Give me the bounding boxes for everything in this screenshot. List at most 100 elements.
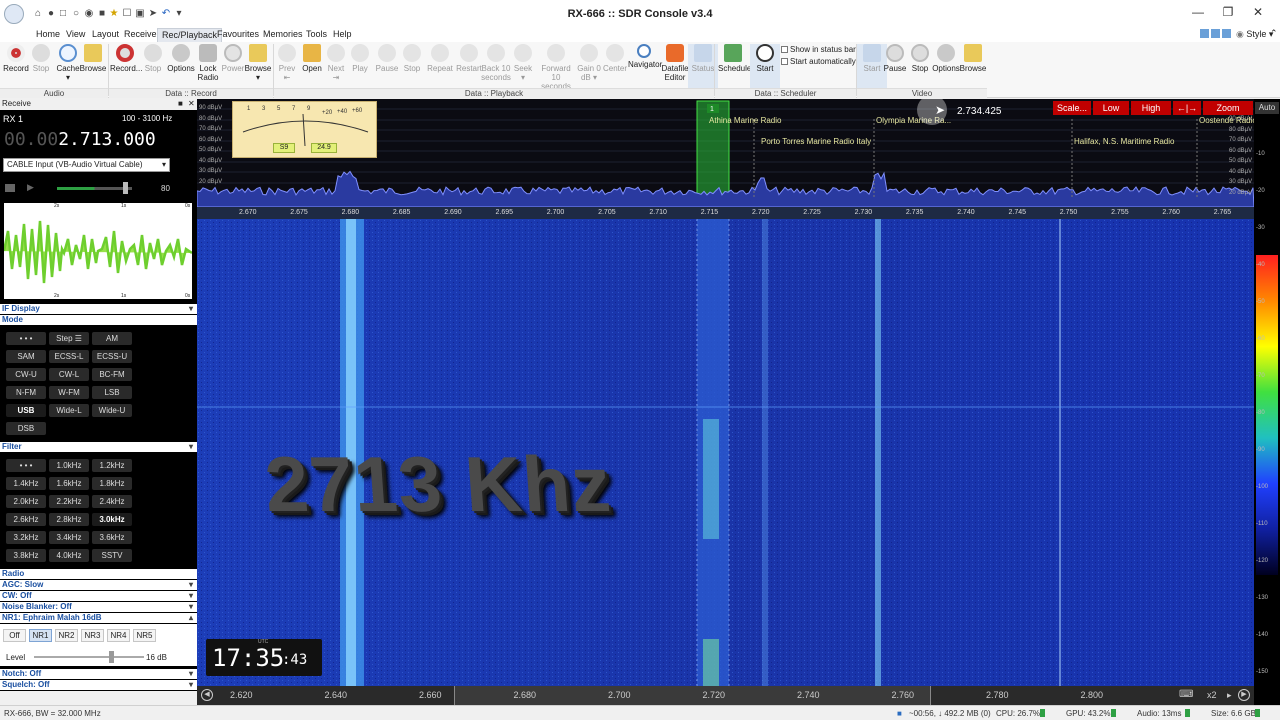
station-label[interactable]: Porto Torres Marine Radio Italy	[761, 137, 871, 146]
style-menu[interactable]: ◉ Style ▾	[1236, 29, 1273, 40]
speaker-icon[interactable]: ▶	[27, 182, 34, 193]
filter-button[interactable]: 3.0kHz	[92, 513, 132, 526]
browse-button[interactable]: Browse	[78, 44, 108, 73]
stop-record-button[interactable]: Stop	[138, 44, 168, 73]
agc-setting[interactable]: AGC: Slow ▾	[0, 580, 197, 590]
browse-record-button[interactable]: Browse ▾	[243, 44, 273, 82]
mode-button[interactable]: Step ☰	[49, 332, 89, 345]
low-button[interactable]: Low	[1093, 101, 1129, 115]
mode-button[interactable]: LSB	[92, 386, 132, 399]
mode-button[interactable]: • • •	[6, 332, 46, 345]
video-browse-button[interactable]: Browse	[958, 44, 988, 73]
filter-button[interactable]: 1.6kHz	[49, 477, 89, 490]
waterfall-display[interactable]: 2713 Khz UTC 17:35 :43	[197, 219, 1254, 686]
squelch-setting[interactable]: Squelch: Off ▾	[0, 680, 197, 690]
close-panel-icon[interactable]: ✕	[188, 99, 195, 108]
ribbon-collapse-icon[interactable]: ⌃	[1270, 28, 1278, 39]
mode-button[interactable]: Wide-U	[92, 404, 132, 417]
mode-button[interactable]: Wide-L	[49, 404, 89, 417]
menu-memories[interactable]: Memories	[259, 29, 307, 39]
level-slider[interactable]	[34, 651, 144, 663]
cw-setting[interactable]: CW: Off ▾	[0, 591, 197, 601]
if-display-section[interactable]: IF Display ▾	[0, 304, 197, 314]
mode-button[interactable]: BC-FM	[92, 368, 132, 381]
repeat-button[interactable]: Repeat	[425, 44, 455, 73]
filter-button[interactable]: 1.4kHz	[6, 477, 46, 490]
spectrum-display[interactable]: 90 dBµV 90 dBµV 80 dBµV 80 dBµV 70 dBµV 70 dB…	[197, 99, 1254, 207]
menu-tools[interactable]: Tools	[302, 29, 331, 39]
notch-setting[interactable]: Notch: Off ▾	[0, 669, 197, 679]
mode-button[interactable]: ECSS-U	[92, 350, 132, 363]
restart-button[interactable]: Restart	[454, 44, 484, 73]
play-button[interactable]: Play	[345, 44, 375, 73]
nr-button[interactable]: NR2	[55, 629, 78, 642]
menu-layout[interactable]: Layout	[88, 29, 123, 39]
nr-button[interactable]: NR4	[107, 629, 130, 642]
maximize-button[interactable]: ❐	[1218, 4, 1238, 20]
navigator-button[interactable]: Navigator	[628, 44, 662, 69]
filter-button[interactable]: 3.6kHz	[92, 531, 132, 544]
filter-section[interactable]: Filter ▾	[0, 442, 197, 452]
layout-icons[interactable]	[1200, 29, 1240, 40]
stop-button[interactable]: Stop	[26, 44, 56, 73]
minimize-button[interactable]: —	[1188, 4, 1208, 20]
filter-button[interactable]: 2.8kHz	[49, 513, 89, 526]
nr1-setting[interactable]: NR1: Ephraim Malah 16dB ▴	[0, 613, 197, 623]
auto-button[interactable]: Auto	[1255, 102, 1279, 114]
menu-favourites[interactable]: Favourites	[213, 29, 263, 39]
next-icon[interactable]: ▸	[1227, 690, 1232, 701]
nr-button[interactable]: NR1	[29, 629, 52, 642]
start-automatically-checkbox[interactable]: Start automatically	[781, 57, 856, 66]
mode-section[interactable]: Mode	[0, 315, 197, 325]
nr-button[interactable]: NR5	[133, 629, 156, 642]
filter-button[interactable]: 3.8kHz	[6, 549, 46, 562]
channel-marker[interactable]: 1	[710, 106, 714, 113]
radio-section[interactable]: Radio	[0, 569, 197, 579]
overview-ruler[interactable]: ◀ 2.620 2.640 2.660 2.680 2.700 2.720 2.740 2.7…	[197, 686, 1254, 705]
overview-left-icon[interactable]: ◀	[201, 689, 213, 701]
nr-button[interactable]: Off	[3, 629, 26, 642]
filter-button[interactable]: 4.0kHz	[49, 549, 89, 562]
volume-slider[interactable]	[57, 182, 132, 194]
filter-button[interactable]: 3.4kHz	[49, 531, 89, 544]
station-label[interactable]: Oostende Radio	[1199, 116, 1254, 125]
frequency-display[interactable]: 00.002.713.000	[4, 129, 156, 150]
scale-button[interactable]: Scale...	[1053, 101, 1091, 115]
menu-home[interactable]: Home	[32, 29, 64, 39]
mode-button[interactable]: CW-U	[6, 368, 46, 381]
scheduler-start-button[interactable]: Start	[750, 44, 780, 88]
menu-help[interactable]: Help	[329, 29, 356, 39]
filter-button[interactable]: 1.2kHz	[92, 459, 132, 472]
filter-button[interactable]: 2.6kHz	[6, 513, 46, 526]
keyboard-icon[interactable]: ⌨	[1179, 689, 1193, 700]
mode-button[interactable]: N-FM	[6, 386, 46, 399]
mode-button[interactable]: ECSS-L	[49, 350, 89, 363]
noise-blanker-setting[interactable]: Noise Blanker: Off ▾	[0, 602, 197, 612]
zoom-level[interactable]: x2	[1207, 690, 1217, 700]
input-select[interactable]: CABLE Input (VB-Audio Virtual Cable) ▾	[3, 158, 170, 172]
filter-button[interactable]: 2.4kHz	[92, 495, 132, 508]
filter-button[interactable]: • • •	[6, 459, 46, 472]
mode-button[interactable]: DSB	[6, 422, 46, 435]
mode-button[interactable]: W-FM	[49, 386, 89, 399]
back10-button[interactable]: Back 10 seconds	[481, 44, 511, 82]
gain-button[interactable]: Gain 0 dB ▾	[576, 44, 602, 82]
filter-button[interactable]: 2.0kHz	[6, 495, 46, 508]
show-in-status-checkbox[interactable]: Show in status bar	[781, 45, 856, 54]
mode-button[interactable]: CW-L	[49, 368, 89, 381]
filter-button[interactable]: 2.2kHz	[49, 495, 89, 508]
filter-button[interactable]: 1.0kHz	[49, 459, 89, 472]
mode-button[interactable]: SAM	[6, 350, 46, 363]
volume-thumb[interactable]	[123, 182, 128, 194]
span-button[interactable]: ←|→	[1173, 101, 1201, 115]
schedule-button[interactable]: Schedule	[718, 44, 751, 73]
nr-button[interactable]: NR3	[81, 629, 104, 642]
station-label[interactable]: Athina Marine Radio	[709, 116, 781, 125]
menu-receive[interactable]: Receive	[120, 29, 161, 39]
stop-playback-button[interactable]: Stop	[397, 44, 427, 73]
high-button[interactable]: High	[1131, 101, 1171, 115]
pin-icon[interactable]: ■	[178, 99, 183, 108]
close-window-button[interactable]: ✕	[1248, 4, 1268, 20]
bars-icon[interactable]	[5, 184, 15, 192]
zoom-button[interactable]: Zoom	[1203, 101, 1253, 115]
